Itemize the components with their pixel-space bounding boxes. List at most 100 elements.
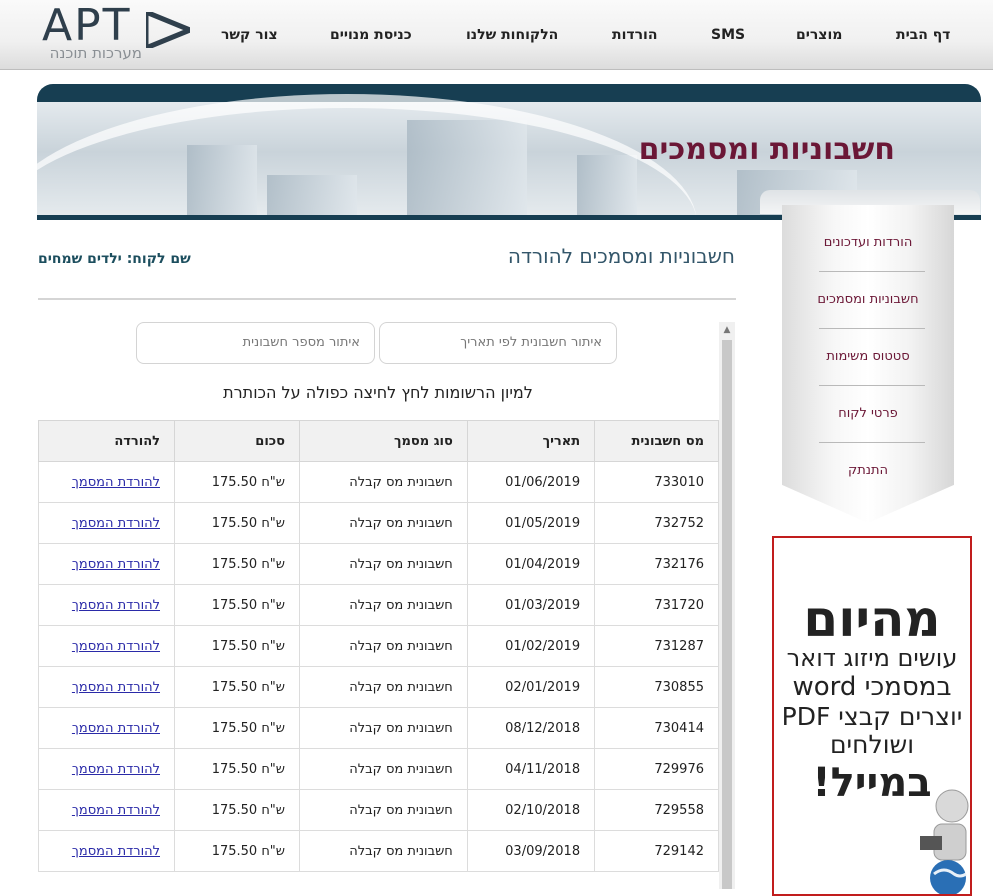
download-link[interactable]: להורדת המסמך <box>72 803 160 818</box>
cell-amount: 175.50 ש"ח <box>174 707 300 749</box>
sidebar-item-logout[interactable]: התנתק <box>782 463 954 478</box>
table-row: 733010 01/06/2019 חשבונית מס קבלה 175.50… <box>38 461 719 503</box>
cell-download: להורדת המסמך <box>38 461 175 503</box>
cell-download: להורדת המסמך <box>38 543 175 585</box>
cell-number: 733010 <box>594 461 719 503</box>
customer-value: ילדים שמחים <box>38 251 122 267</box>
cell-amount: 175.50 ש"ח <box>174 502 300 544</box>
cell-number: 731720 <box>594 584 719 626</box>
sidebar-item-invoices[interactable]: חשבוניות ומסמכים <box>782 292 954 307</box>
ad-line: במסמכי word <box>792 672 952 702</box>
cell-date: 04/11/2018 <box>466 748 596 790</box>
cell-amount: 175.50 ש"ח <box>174 789 300 831</box>
table-row: 731720 01/03/2019 חשבונית מס קבלה 175.50… <box>38 584 719 626</box>
cell-number: 730855 <box>594 666 719 708</box>
cell-number: 731287 <box>594 625 719 667</box>
top-navigation-bar: APT מערכות תוכנה דף הבית מוצרים SMS הורד… <box>0 0 993 70</box>
cell-amount: 175.50 ש"ח <box>174 625 300 667</box>
cell-amount: 175.50 ש"ח <box>174 543 300 585</box>
cell-date: 01/06/2019 <box>466 461 596 503</box>
search-by-date-input[interactable]: איתור חשבונית לפי תאריך <box>379 322 617 364</box>
cell-type: חשבונית מס קבלה <box>299 584 468 626</box>
table-row: 729142 03/09/2018 חשבונית מס קבלה 175.50… <box>38 830 719 872</box>
ad-line: ושולחים <box>829 730 915 759</box>
logo-tagline: מערכות תוכנה <box>49 44 142 62</box>
sidebar-divider <box>819 385 925 386</box>
cell-download: להורדת המסמך <box>38 666 175 708</box>
column-header-download[interactable]: להורדה <box>38 420 175 462</box>
cell-type: חשבונית מס קבלה <box>299 789 468 831</box>
cell-type: חשבונית מס קבלה <box>299 830 468 872</box>
cell-date: 01/02/2019 <box>466 625 596 667</box>
cell-download: להורדת המסמך <box>38 830 175 872</box>
column-header-number[interactable]: מס חשבונית <box>594 420 719 462</box>
cell-type: חשבונית מס קבלה <box>299 748 468 790</box>
cell-date: 08/12/2018 <box>466 707 596 749</box>
cell-date: 02/01/2019 <box>466 666 596 708</box>
scroll-thumb[interactable] <box>722 340 732 889</box>
banner-swoosh <box>37 94 697 220</box>
nav-downloads[interactable]: הורדות <box>612 27 657 43</box>
apt-logo[interactable]: APT מערכות תוכנה <box>42 0 192 64</box>
download-link[interactable]: להורדת המסמך <box>72 844 160 859</box>
ad-line: יוצרים קבצי PDF <box>781 702 963 731</box>
play-triangle-icon <box>146 12 190 48</box>
table-row: 729976 04/11/2018 חשבונית מס קבלה 175.50… <box>38 748 719 790</box>
download-link[interactable]: להורדת המסמך <box>72 639 160 654</box>
table-row: 729558 02/10/2018 חשבונית מס קבלה 175.50… <box>38 789 719 831</box>
download-link[interactable]: להורדת המסמך <box>72 516 160 531</box>
sidebar-item-downloads[interactable]: הורדות ועדכונים <box>782 235 954 250</box>
promo-ad[interactable]: מהיום עושים מיזוג דואר במסמכי word יוצרי… <box>772 536 972 896</box>
column-header-date[interactable]: תאריך <box>466 420 596 462</box>
cell-download: להורדת המסמך <box>38 748 175 790</box>
cell-download: להורדת המסמך <box>38 502 175 544</box>
cell-number: 730414 <box>594 707 719 749</box>
banner-top-strip <box>37 84 981 102</box>
nav-products[interactable]: מוצרים <box>796 27 842 43</box>
nav-contact[interactable]: צור קשר <box>221 27 278 43</box>
download-link[interactable]: להורדת המסמך <box>72 557 160 572</box>
divider <box>38 298 736 300</box>
cell-type: חשבונית מס קבלה <box>299 543 468 585</box>
table-row: 732752 01/05/2019 חשבונית מס קבלה 175.50… <box>38 502 719 544</box>
table-row: 730855 02/01/2019 חשבונית מס קבלה 175.50… <box>38 666 719 708</box>
sidebar-divider <box>819 328 925 329</box>
ad-line: עושים מיזוג דואר <box>786 644 958 672</box>
customer-label: שם לקוח: <box>126 251 191 267</box>
download-link[interactable]: להורדת המסמך <box>72 762 160 777</box>
figure-with-laptop-icon <box>920 789 969 894</box>
cell-download: להורדת המסמך <box>38 625 175 667</box>
scroll-up-arrow-icon[interactable]: ▲ <box>719 322 735 338</box>
cell-download: להורדת המסמך <box>38 584 175 626</box>
cell-amount: 175.50 ש"ח <box>174 830 300 872</box>
column-header-type[interactable]: סוג מסמך <box>299 420 468 462</box>
search-by-number-input[interactable]: איתור מספר חשבונית <box>136 322 375 364</box>
nav-home[interactable]: דף הבית <box>896 27 950 43</box>
sidebar-menu: הורדות ועדכונים חשבוניות ומסמכים סטטוס מ… <box>782 205 954 523</box>
cell-type: חשבונית מס קבלה <box>299 502 468 544</box>
table-row: 732176 01/04/2019 חשבונית מס קבלה 175.50… <box>38 543 719 585</box>
cell-type: חשבונית מס קבלה <box>299 461 468 503</box>
download-link[interactable]: להורדת המסמך <box>72 680 160 695</box>
download-link[interactable]: להורדת המסמך <box>72 598 160 613</box>
table-scrollbar[interactable]: ▲ <box>719 322 735 889</box>
page-heading: חשבוניות ומסמכים להורדה <box>507 244 735 268</box>
table-row: 730414 08/12/2018 חשבונית מס קבלה 175.50… <box>38 707 719 749</box>
cell-number: 729142 <box>594 830 719 872</box>
sidebar-item-customer-details[interactable]: פרטי לקוח <box>782 406 954 421</box>
sidebar-divider <box>819 442 925 443</box>
column-header-amount[interactable]: סכום <box>174 420 300 462</box>
sort-hint: למיון הרשומות לחץ לחיצה כפולה על הכותרת <box>223 383 533 402</box>
download-link[interactable]: להורדת המסמך <box>72 721 160 736</box>
cell-download: להורדת המסמך <box>38 707 175 749</box>
cell-amount: 175.50 ש"ח <box>174 584 300 626</box>
download-link[interactable]: להורדת המסמך <box>72 475 160 490</box>
nav-subscribers-login[interactable]: כניסת מנויים <box>330 27 412 43</box>
cell-number: 732176 <box>594 543 719 585</box>
sidebar-item-task-status[interactable]: סטטוס משימות <box>782 349 954 364</box>
invoices-table: מס חשבונית תאריך סוג מסמך סכום להורדה 73… <box>38 420 719 872</box>
nav-sms[interactable]: SMS <box>711 27 745 43</box>
ad-headline: מהיום <box>803 590 941 648</box>
cell-date: 01/03/2019 <box>466 584 596 626</box>
nav-customers[interactable]: הלקוחות שלנו <box>466 27 558 43</box>
